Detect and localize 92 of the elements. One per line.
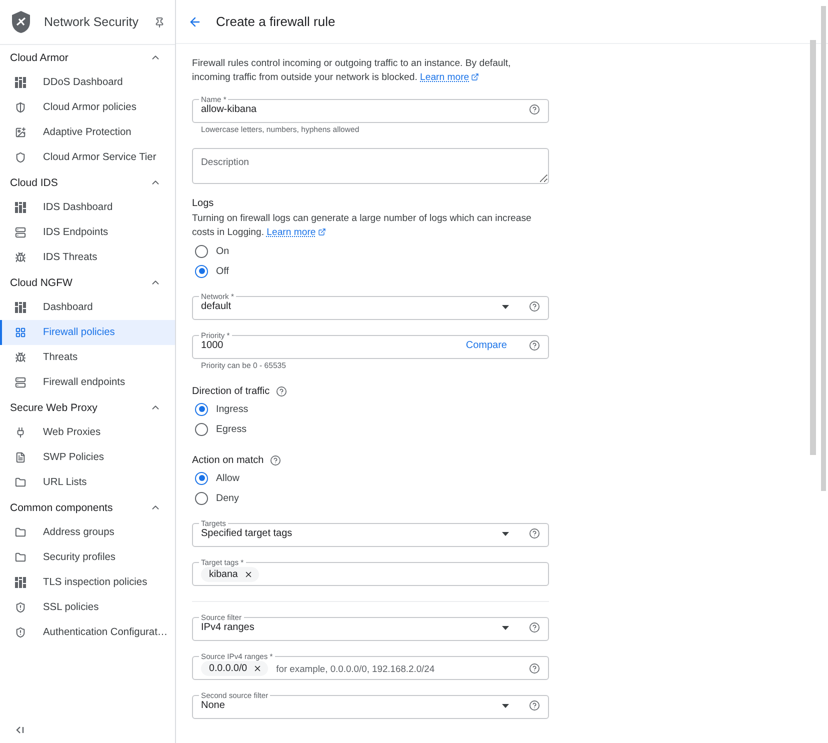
- nav-item[interactable]: IDS Endpoints: [0, 220, 175, 245]
- nav-item[interactable]: Cloud Armor Service Tier: [0, 145, 175, 170]
- description-field[interactable]: Description: [192, 148, 549, 184]
- radio-label: Off: [216, 266, 229, 276]
- nav-item[interactable]: IDS Threats: [0, 245, 175, 270]
- nav-item[interactable]: Adaptive Protection: [0, 120, 175, 145]
- help-icon[interactable]: [270, 455, 281, 466]
- section-header[interactable]: Cloud IDS: [0, 170, 175, 195]
- grid-icon: [15, 327, 26, 338]
- tag-chip[interactable]: 0.0.0.0/0: [201, 661, 268, 676]
- nav-item[interactable]: Web Proxies: [0, 420, 175, 445]
- nav-item[interactable]: Security profiles: [0, 545, 175, 570]
- plug-icon: [15, 427, 26, 438]
- radio-button[interactable]: [195, 264, 208, 278]
- caret-icon: [502, 626, 509, 630]
- nav-item[interactable]: SWP Policies: [0, 445, 175, 470]
- nav-item[interactable]: Authentication Configurat…: [0, 620, 175, 645]
- shield-icon: [15, 602, 26, 613]
- external-link-icon: [318, 228, 326, 236]
- section-title: Action on match: [192, 455, 264, 466]
- folder-icon: [15, 527, 26, 538]
- bug-icon: [15, 352, 26, 363]
- section-header[interactable]: Secure Web Proxy: [0, 395, 175, 420]
- tag-input[interactable]: for example, 0.0.0.0/0, 192.168.2.0/24: [276, 663, 521, 674]
- dashboard-icon: [15, 577, 26, 588]
- folder-icon: [15, 552, 26, 563]
- intro-text: Firewall rules control incoming or outgoing traffic to an instance. By default, incoming traffic from outside your network is blocked. Learn more: [192, 57, 512, 84]
- nav-item[interactable]: URL Lists: [0, 470, 175, 495]
- nav-item[interactable]: Firewall policies: [0, 320, 175, 345]
- remove-icon[interactable]: [244, 570, 253, 579]
- bug-icon: [15, 252, 26, 263]
- server-icon: [15, 227, 26, 238]
- shield-icon: [15, 152, 26, 163]
- nav-item[interactable]: SSL policies: [0, 595, 175, 620]
- caret-icon: [502, 532, 509, 536]
- caret-icon: [502, 704, 509, 708]
- help-icon[interactable]: [276, 386, 287, 397]
- nav-item[interactable]: Threats: [0, 345, 175, 370]
- nav-item[interactable]: Dashboard: [0, 295, 175, 320]
- document-icon: [15, 452, 26, 463]
- page-title: Create a firewall rule: [216, 14, 336, 29]
- tag-chip[interactable]: kibana: [201, 567, 259, 582]
- section-title: Logs: [192, 198, 214, 209]
- radio-label: Ingress: [216, 404, 248, 414]
- section-title: Direction of traffic: [192, 386, 270, 397]
- collapse-icon[interactable]: [16, 726, 24, 734]
- folder-icon: [15, 477, 26, 488]
- help-icon[interactable]: [529, 663, 540, 674]
- server-icon: [15, 377, 26, 388]
- learn-more-link[interactable]: Learn more: [266, 226, 326, 239]
- dashboard-icon: [15, 202, 26, 213]
- learn-more-link[interactable]: Learn more: [420, 70, 480, 84]
- dashboard-icon: [15, 77, 26, 88]
- help-icon[interactable]: [529, 340, 540, 351]
- external-link-icon: [471, 73, 480, 82]
- help-icon[interactable]: [529, 528, 540, 539]
- nav-item[interactable]: Cloud Armor policies: [0, 95, 175, 120]
- nav-item[interactable]: DDoS Dashboard: [0, 70, 175, 95]
- nav-item[interactable]: TLS inspection policies: [0, 570, 175, 595]
- nav-item[interactable]: Firewall endpoints: [0, 370, 175, 395]
- section-header[interactable]: Cloud Armor: [0, 45, 175, 70]
- radio-button[interactable]: [195, 244, 208, 258]
- section-header[interactable]: Cloud NGFW: [0, 270, 175, 295]
- scrollbar[interactable]: [821, 6, 826, 491]
- remove-icon[interactable]: [253, 664, 262, 673]
- radio-label: Deny: [216, 492, 239, 504]
- radio-button[interactable]: [195, 402, 208, 416]
- section-description: Turning on firewall logs can generate a large number of logs which can increase costs in Logging. Learn more: [192, 212, 532, 239]
- shield-icon: [15, 102, 26, 113]
- help-icon[interactable]: [529, 622, 540, 633]
- section-header[interactable]: Common components: [0, 495, 175, 520]
- image-icon: [15, 127, 26, 138]
- radio-label: Egress: [216, 424, 246, 434]
- radio-button[interactable]: [195, 472, 208, 484]
- logo-icon: [10, 10, 32, 34]
- back-icon[interactable]: [188, 14, 202, 28]
- radio-button[interactable]: [195, 422, 208, 436]
- help-icon[interactable]: [529, 104, 540, 115]
- nav-item[interactable]: IDS Dashboard: [0, 195, 175, 220]
- pin-icon[interactable]: [154, 16, 165, 28]
- radio-label: On: [216, 246, 230, 256]
- scrollbar[interactable]: [810, 40, 816, 455]
- caret-icon: [502, 304, 509, 308]
- help-icon[interactable]: [529, 700, 540, 711]
- radio-label: Allow: [216, 472, 240, 484]
- radio-button[interactable]: [195, 492, 208, 504]
- sidebar-title: Network Security: [44, 15, 140, 29]
- nav-item[interactable]: Address groups: [0, 520, 175, 545]
- compare-button[interactable]: Compare: [466, 340, 507, 351]
- shield-icon: [15, 627, 26, 638]
- help-icon[interactable]: [529, 301, 540, 312]
- dashboard-icon: [15, 302, 26, 313]
